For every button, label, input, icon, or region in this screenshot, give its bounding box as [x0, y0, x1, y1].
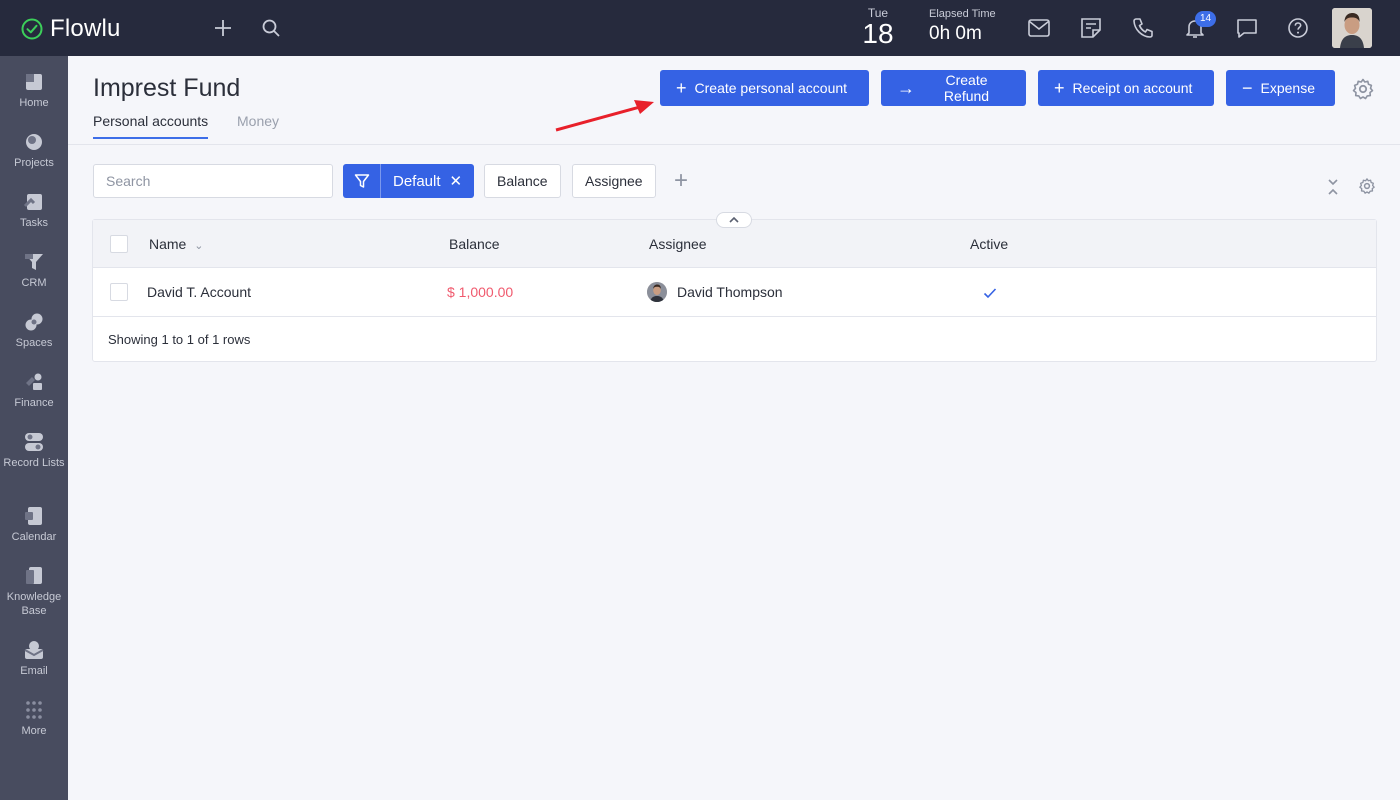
sidebar-item-label: Home: [19, 97, 49, 109]
user-avatar[interactable]: [1332, 8, 1372, 48]
mail-icon[interactable]: [1027, 16, 1051, 40]
sidebar-item-label: Projects: [14, 157, 54, 169]
projects-icon: [26, 134, 42, 150]
filter-icon[interactable]: [343, 164, 381, 198]
sidebar-item-more[interactable]: More: [0, 700, 68, 738]
sidebar-item-label: CRM: [21, 277, 47, 289]
sidebar-item-home[interactable]: Home: [0, 72, 68, 110]
active-filter-chip[interactable]: Default ✕: [343, 164, 474, 198]
row-name[interactable]: David T. Account: [147, 284, 251, 300]
app-logo[interactable]: Flowlu: [20, 15, 121, 43]
sidebar-item-calendar[interactable]: Calendar: [0, 506, 68, 544]
sidebar-item-label: Knowledge Base: [6, 591, 62, 617]
active-filter-label: Default: [393, 172, 441, 190]
crm-icon: [25, 254, 43, 270]
app-name: Flowlu: [50, 15, 121, 42]
column-header-name[interactable]: Name ⌄: [149, 236, 203, 252]
chevron-up-icon: [729, 217, 739, 223]
minus-icon: −: [1242, 78, 1253, 98]
row-balance: $ 1,000.00: [447, 284, 514, 300]
create-refund-button[interactable]: → Create Refund: [881, 70, 1026, 106]
elapsed-time-value: 0h 0m: [929, 23, 982, 44]
column-header-name-label: Name: [149, 236, 187, 252]
knowledge-base-icon: [26, 567, 42, 584]
more-icon: [26, 701, 42, 719]
add-filter-icon[interactable]: +: [674, 169, 694, 193]
date-day: 18: [862, 18, 894, 49]
table-footer: Showing 1 to 1 of 1 rows: [108, 332, 251, 347]
sidebar-item-label: Spaces: [15, 337, 53, 349]
table-settings-gear-icon[interactable]: [1358, 177, 1376, 195]
sidebar-item-label: More: [21, 725, 47, 737]
tab-personal-accounts[interactable]: Personal accounts: [93, 113, 209, 139]
create-personal-account-button[interactable]: + Create personal account: [660, 70, 869, 106]
sidebar-item-label: Tasks: [19, 217, 49, 229]
expense-button[interactable]: − Expense: [1226, 70, 1335, 106]
assignee-avatar: [647, 282, 667, 302]
sidebar-item-label: Email: [20, 665, 48, 677]
tasks-icon: [23, 194, 42, 210]
column-header-active[interactable]: Active: [970, 236, 1008, 252]
filter-pill-assignee[interactable]: Assignee: [572, 164, 656, 198]
elapsed-time-label: Elapsed Time: [929, 8, 996, 20]
page-header: Imprest Fund Personal accounts Money + C…: [68, 56, 1400, 145]
sidebar-item-label: Record Lists: [3, 457, 65, 469]
sidebar-item-crm[interactable]: CRM: [0, 252, 68, 290]
arrow-right-icon: →: [897, 78, 915, 98]
select-all-checkbox[interactable]: [110, 235, 128, 253]
spaces-icon: [25, 313, 43, 331]
accounts-table: Name ⌄ Balance Assignee Active David T. …: [92, 219, 1377, 362]
sidebar-item-email[interactable]: Email: [0, 640, 68, 678]
check-circle-icon: [21, 18, 43, 40]
home-icon: [26, 74, 42, 90]
sidebar: Home Projects Tasks CRM Spaces Finance R…: [0, 56, 68, 800]
table-row[interactable]: David T. Account $ 1,000.00 David Thomps…: [93, 268, 1376, 317]
sidebar-item-record-lists[interactable]: Record Lists: [0, 432, 68, 470]
top-bar: Flowlu Tue 18 Elapsed Time 0h 0m 14: [0, 0, 1400, 56]
sidebar-item-tasks[interactable]: Tasks: [0, 192, 68, 230]
toggle-filters-handle[interactable]: [716, 212, 752, 228]
filter-pill-balance[interactable]: Balance: [484, 164, 561, 198]
chevron-down-icon: ⌄: [194, 240, 204, 252]
clear-filter-icon[interactable]: ✕: [441, 172, 463, 190]
row-checkbox[interactable]: [110, 283, 128, 301]
add-icon[interactable]: [211, 16, 235, 40]
phone-icon[interactable]: [1131, 16, 1155, 40]
create-personal-account-label: Create personal account: [694, 80, 848, 96]
column-header-assignee[interactable]: Assignee: [649, 236, 707, 252]
sidebar-item-finance[interactable]: Finance: [0, 372, 68, 410]
receipt-on-account-label: Receipt on account: [1072, 80, 1193, 96]
sidebar-item-label: Finance: [14, 397, 54, 409]
date-display[interactable]: Tue 18: [858, 6, 898, 48]
search-input[interactable]: [93, 164, 333, 198]
active-check-icon: [983, 288, 997, 299]
tab-money[interactable]: Money: [237, 113, 279, 137]
settings-gear-icon[interactable]: [1351, 77, 1375, 101]
help-icon[interactable]: [1286, 16, 1310, 40]
elapsed-time[interactable]: Elapsed Time 0h 0m: [929, 8, 996, 45]
plus-icon: +: [676, 78, 687, 98]
notification-badge: 14: [1195, 11, 1217, 27]
sidebar-item-label: Calendar: [11, 531, 57, 543]
email-icon: [24, 641, 44, 659]
sidebar-item-spaces[interactable]: Spaces: [0, 312, 68, 350]
chat-icon[interactable]: [1235, 16, 1259, 40]
notes-icon[interactable]: [1079, 16, 1103, 40]
search-icon[interactable]: [259, 16, 283, 40]
main-content: Imprest Fund Personal accounts Money + C…: [68, 56, 1400, 800]
plus-icon: +: [1054, 78, 1065, 98]
receipt-on-account-button[interactable]: + Receipt on account: [1038, 70, 1214, 106]
calendar-icon: [25, 507, 42, 525]
row-assignee[interactable]: David Thompson: [677, 284, 783, 300]
finance-icon: [26, 373, 42, 390]
expense-label: Expense: [1260, 80, 1315, 96]
sidebar-item-knowledge-base[interactable]: Knowledge Base: [0, 566, 68, 618]
collapse-icon[interactable]: [1325, 177, 1341, 197]
column-header-balance[interactable]: Balance: [449, 236, 500, 252]
create-refund-label: Create Refund: [943, 72, 990, 104]
sidebar-item-projects[interactable]: Projects: [0, 132, 68, 170]
record-lists-icon: [25, 433, 43, 451]
page-title: Imprest Fund: [93, 74, 241, 102]
